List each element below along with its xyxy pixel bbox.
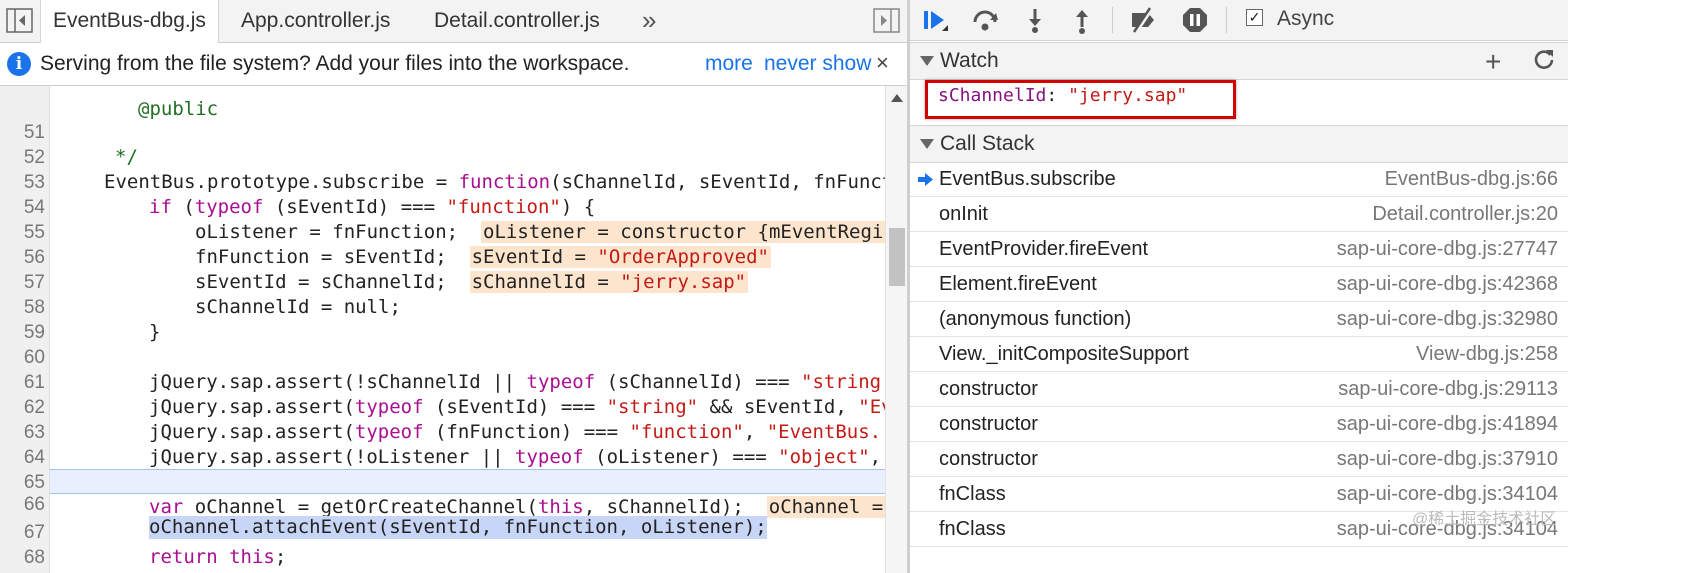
callstack-frame[interactable]: constructor sap-ui-core-dbg.js:37910 [910, 442, 1568, 477]
async-checkbox[interactable]: ✓ [1246, 9, 1263, 26]
infobar-never-show-link[interactable]: never show [764, 52, 871, 76]
tab-eventbus-dbg[interactable]: EventBus-dbg.js [40, 0, 219, 43]
callstack-section-header[interactable]: Call Stack [910, 125, 1568, 163]
code-editor[interactable]: @public 51 */ 52 EventBus.prototype.subs… [0, 86, 907, 573]
code-line: 54 oListener = fnFunction; oListener = c… [0, 170, 886, 243]
sources-panel: EventBus-dbg.js App.controller.js Detail… [0, 0, 907, 573]
frame-location[interactable]: EventBus-dbg.js:66 [1385, 168, 1558, 191]
frame-location[interactable]: sap-ui-core-dbg.js:41894 [1337, 413, 1558, 436]
code-text: return this; [149, 546, 287, 568]
frame-name: constructor [939, 448, 1038, 470]
expand-triangle-icon[interactable] [920, 139, 934, 149]
toggle-navigator-icon[interactable] [6, 8, 33, 33]
scrollbar-thumb[interactable] [889, 228, 905, 286]
infobar-message: Serving from the file system? Add your f… [40, 52, 630, 75]
more-tabs-icon[interactable]: » [642, 5, 656, 36]
debugger-toolbar: ✓ Async [910, 0, 1568, 41]
code-line: 61 jQuery.sap.assert(typeof (sEventId) =… [0, 345, 893, 418]
code-line: 52 EventBus.prototype.subscribe = functi… [0, 120, 893, 193]
debugger-sidebar: ✓ Async Watch + sChannelId: "jerry.sap" … [910, 0, 1568, 573]
watch-expression[interactable]: sChannelId: "jerry.sap" [938, 85, 1187, 106]
frame-location[interactable]: sap-ui-core-dbg.js:27747 [1337, 238, 1558, 261]
frame-name: fnClass [939, 483, 1006, 505]
code-line: 67 return this; [0, 495, 885, 568]
callstack-frame[interactable]: onInit Detail.controller.js:20 [910, 197, 1568, 232]
frame-name: Element.fireEvent [939, 273, 1097, 295]
workspace-infobar: i Serving from the file system? Add your… [0, 43, 907, 86]
watch-expressions: sChannelId: "jerry.sap" [910, 79, 1568, 124]
step-into-icon[interactable] [1020, 5, 1050, 35]
frame-location[interactable]: sap-ui-core-dbg.js:32980 [1337, 308, 1558, 331]
infobar-more-link[interactable]: more [705, 52, 753, 76]
frame-name: fnClass [939, 518, 1006, 540]
code-line: 68 }; [0, 520, 885, 573]
close-icon[interactable]: × [876, 50, 889, 76]
add-watch-icon[interactable]: + [1485, 46, 1501, 78]
info-icon: i [7, 52, 31, 76]
callstack-frame[interactable]: View._initCompositeSupport View-dbg.js:2… [910, 337, 1568, 372]
code-line: 59 [0, 295, 885, 343]
callstack-frame[interactable]: Element.fireEvent sap-ui-core-dbg.js:423… [910, 267, 1568, 302]
current-execution-line: 66 oChannel.attachEvent(sEventId, fnFunc… [24, 469, 885, 539]
frame-name: EventBus.subscribe [939, 168, 1116, 190]
frame-name: (anonymous function) [939, 308, 1132, 330]
callstack-frame-selected[interactable]: EventBus.subscribe EventBus-dbg.js:66 [910, 162, 1568, 197]
callstack-frame[interactable]: EventProvider.fireEvent sap-ui-core-dbg.… [910, 232, 1568, 267]
line-number[interactable]: 68 [0, 545, 45, 570]
frame-name: constructor [939, 378, 1038, 400]
current-frame-arrow-icon [918, 173, 933, 186]
toolbar-separator [1112, 7, 1113, 33]
refresh-icon[interactable] [1532, 47, 1556, 71]
frame-name: EventProvider.fireEvent [939, 238, 1148, 260]
editor-tab-bar: EventBus-dbg.js App.controller.js Detail… [0, 0, 907, 43]
frame-location[interactable]: Detail.controller.js:20 [1372, 203, 1558, 226]
callstack-title: Call Stack [940, 132, 1035, 155]
frame-location[interactable]: sap-ui-core-dbg.js:29113 [1338, 378, 1558, 401]
code-line: 60 jQuery.sap.assert(!sChannelId || type… [0, 320, 885, 393]
code-line: 55 fnFunction = sEventId; sEventId = "Or… [0, 195, 885, 268]
frame-name: onInit [939, 203, 988, 225]
frame-location[interactable]: View-dbg.js:258 [1416, 343, 1558, 366]
frame-location[interactable]: sap-ui-core-dbg.js:34104 [1337, 483, 1558, 506]
watch-section-header[interactable]: Watch + [910, 42, 1568, 80]
code-line: 57 sChannelId = null; [0, 245, 885, 318]
code-line: 64 [0, 420, 885, 468]
step-over-icon[interactable] [970, 5, 1000, 35]
callstack-frame[interactable]: constructor sap-ui-core-dbg.js:29113 [910, 372, 1568, 407]
code-line: 51 */ [0, 95, 885, 168]
resume-icon[interactable] [920, 5, 950, 35]
expand-triangle-icon[interactable] [920, 56, 934, 66]
frame-location[interactable]: sap-ui-core-dbg.js:42368 [1337, 273, 1558, 296]
tab-app-controller[interactable]: App.controller.js [229, 0, 402, 42]
frame-location[interactable]: sap-ui-core-dbg.js:37910 [1337, 448, 1558, 471]
step-out-icon[interactable] [1067, 5, 1097, 35]
callstack-frame[interactable]: (anonymous function) sap-ui-core-dbg.js:… [910, 302, 1568, 337]
tab-detail-controller[interactable]: Detail.controller.js [422, 0, 612, 42]
editor-scrollbar[interactable] [885, 86, 907, 573]
code-line: 62 jQuery.sap.assert(typeof (fnFunction)… [0, 370, 885, 443]
frame-name: constructor [939, 413, 1038, 435]
toggle-debugger-icon[interactable] [873, 8, 900, 33]
scroll-up-arrow-icon[interactable] [891, 94, 903, 102]
code-line: 53 if (typeof (sEventId) === "function")… [0, 145, 885, 218]
callstack-frame[interactable]: constructor sap-ui-core-dbg.js:41894 [910, 407, 1568, 442]
code-line: 58 } [0, 270, 885, 343]
async-label: Async [1277, 7, 1335, 30]
watermark-text: @稀土掘金技术社区 [1412, 511, 1557, 528]
pause-on-exceptions-icon[interactable] [1180, 5, 1210, 35]
line-number[interactable]: 65 [0, 470, 45, 495]
watch-title: Watch [940, 49, 999, 72]
toolbar-separator [1226, 7, 1227, 33]
code-line: 65 var oChannel = getOrCreateChannel(thi… [0, 445, 886, 518]
frame-name: View._initCompositeSupport [939, 343, 1189, 365]
code-line: 63 jQuery.sap.assert(!oListener || typeo… [0, 395, 885, 468]
deactivate-breakpoints-icon[interactable] [1128, 5, 1158, 35]
code-line: 56 sEventId = sChannelId; sChannelId = "… [0, 220, 885, 293]
